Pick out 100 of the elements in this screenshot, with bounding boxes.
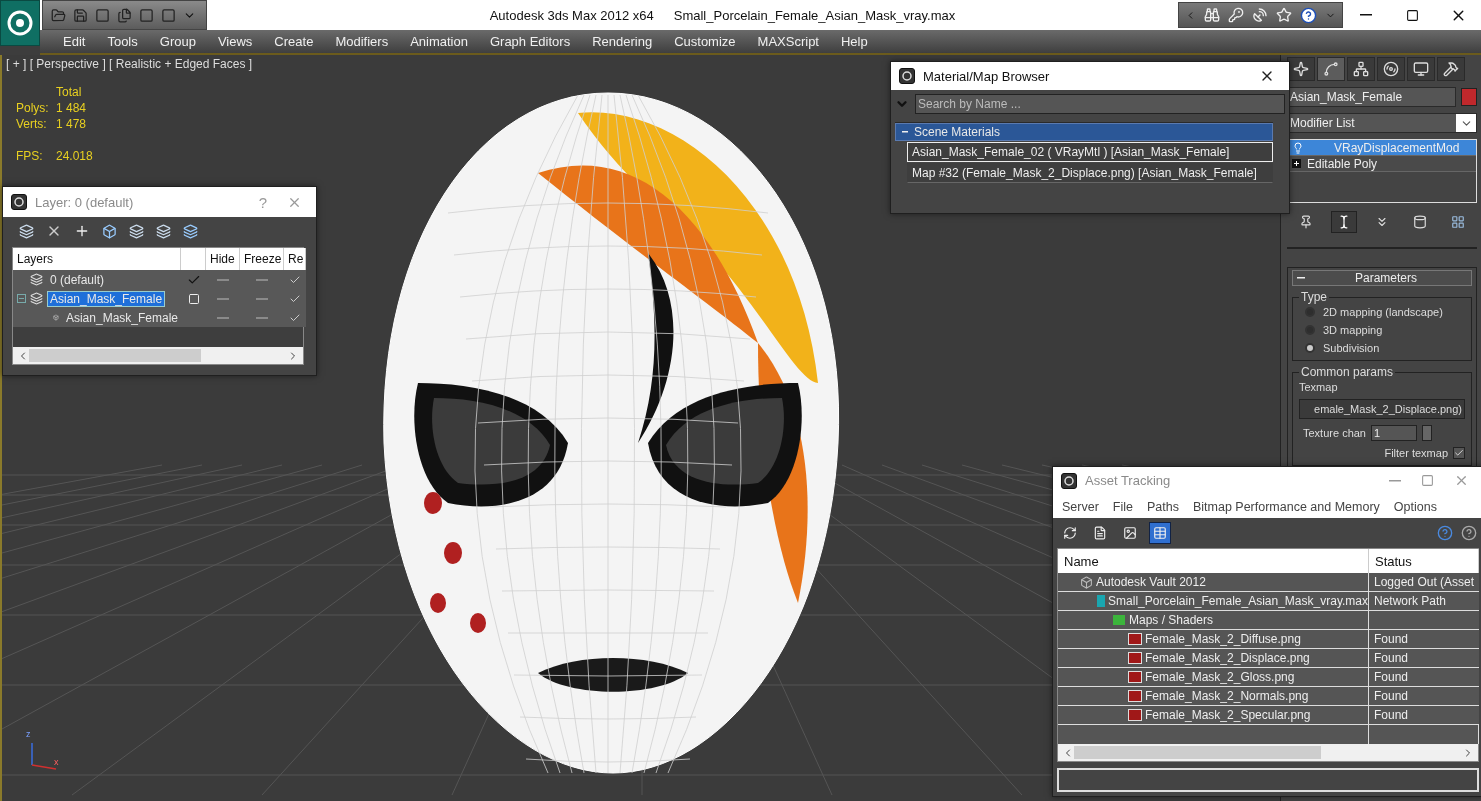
layer-name[interactable]: Asian_Mask_Female xyxy=(47,290,166,307)
spinner[interactable] xyxy=(1422,425,1432,441)
menu-item[interactable]: Paths xyxy=(1142,499,1184,514)
layers-icon[interactable] xyxy=(129,223,144,239)
table-cell[interactable]: Small_Porcelain_Female_Asian_Mask_vray.max xyxy=(1058,592,1369,612)
column-header[interactable]: Re xyxy=(284,248,306,270)
menu-item[interactable]: Customize xyxy=(663,30,747,53)
menu-item[interactable]: Views xyxy=(206,30,264,53)
layers-icon[interactable] xyxy=(156,223,171,239)
menu-item[interactable]: Server xyxy=(1057,499,1104,514)
minimize-icon xyxy=(1360,14,1372,16)
lightbulb-icon[interactable] xyxy=(1292,141,1304,154)
app-logo-button[interactable] xyxy=(0,0,40,46)
toolbar-button[interactable] xyxy=(1149,522,1171,545)
menu-item[interactable]: Tools xyxy=(96,30,149,53)
layers-icon[interactable] xyxy=(183,223,198,239)
object-name-field[interactable]: Asian_Mask_Female xyxy=(1287,87,1456,107)
menu-item[interactable]: Group xyxy=(148,30,207,53)
axis-label: x xyxy=(54,757,59,767)
folder-icon[interactable] xyxy=(51,7,66,23)
table-cell[interactable]: Female_Mask_2_Specular.png xyxy=(1058,706,1369,726)
menu-item[interactable]: MAXScript xyxy=(746,30,830,53)
panel-tab[interactable] xyxy=(1317,57,1345,81)
column-header[interactable]: Status xyxy=(1369,549,1479,574)
sparkle-icon xyxy=(1293,61,1309,77)
layers-icon[interactable] xyxy=(19,223,34,239)
asset-status: Logged Out (Asset xyxy=(1369,573,1479,593)
save-icon[interactable] xyxy=(73,7,88,23)
curve-icon xyxy=(1323,61,1339,77)
collapse-toggle[interactable] xyxy=(17,294,26,303)
table-cell[interactable]: Female_Mask_2_Diffuse.png xyxy=(1058,630,1369,650)
table-cell[interactable]: Female_Mask_2_Gloss.png xyxy=(1058,668,1369,688)
stat-value: 1 484 xyxy=(56,101,88,115)
menu-item[interactable]: Help xyxy=(830,30,879,53)
checkbox-icon[interactable] xyxy=(187,292,200,305)
viewport-label[interactable]: [ + ] [ Perspective ] [ Realistic + Edged Faces ] xyxy=(6,57,253,71)
axis-gizmo-icon xyxy=(28,741,58,771)
panel-tab[interactable] xyxy=(1437,57,1465,81)
table-icon xyxy=(1153,526,1167,541)
texture-chan-label: Texture chan xyxy=(1303,427,1366,439)
folder-icon xyxy=(1112,614,1126,627)
table-cell[interactable]: Female_Mask_2_Displace.png xyxy=(1058,649,1369,669)
menu-item[interactable]: Edit xyxy=(52,30,97,53)
radio-option[interactable]: 3D mapping xyxy=(1299,324,1465,336)
column-header[interactable]: Hide xyxy=(206,248,240,270)
window-icon[interactable] xyxy=(139,7,154,23)
minus-icon xyxy=(902,131,908,133)
menu-item[interactable]: Graph Editors xyxy=(478,30,582,53)
menu-item[interactable]: Modifiers xyxy=(324,30,400,53)
files-icon[interactable] xyxy=(117,7,132,23)
window-icon[interactable] xyxy=(95,7,110,23)
modifier-stack-item[interactable]: Editable Poly xyxy=(1288,156,1476,172)
horizontal-scrollbar[interactable] xyxy=(1058,744,1478,762)
object-color-swatch[interactable] xyxy=(1461,88,1477,106)
panel-tab[interactable] xyxy=(1377,57,1405,81)
menu-item[interactable]: Options xyxy=(1388,499,1442,514)
column-header[interactable]: Name xyxy=(1058,549,1369,574)
horizontal-scrollbar[interactable] xyxy=(13,347,303,364)
table-cell[interactable]: Autodesk Vault 2012 xyxy=(1058,573,1369,593)
expand-icon[interactable] xyxy=(1292,159,1301,168)
table-cell[interactable]: Female_Mask_2_Normals.png xyxy=(1058,687,1369,707)
plus-icon[interactable] xyxy=(74,223,90,239)
menu-item[interactable]: Create xyxy=(263,30,325,53)
show-end-result-button[interactable] xyxy=(1331,211,1357,233)
panel-tab[interactable] xyxy=(1407,57,1435,81)
menu-item[interactable]: Rendering xyxy=(581,30,664,53)
binoculars-icon[interactable] xyxy=(1204,7,1220,23)
satellite-dish-icon[interactable] xyxy=(1252,7,1268,23)
filter-texmap-checkbox[interactable] xyxy=(1453,447,1465,459)
asset-name[interactable]: Maps / Shaders xyxy=(1129,613,1214,628)
window-icon[interactable] xyxy=(161,7,176,23)
texture-chan-field[interactable]: 1 xyxy=(1371,425,1417,441)
cube-icon[interactable] xyxy=(102,223,117,239)
radio-icon[interactable] xyxy=(1305,343,1315,353)
search-field[interactable]: Search by Name ... xyxy=(915,94,1285,114)
group-title: Common params xyxy=(1300,365,1395,379)
modifier-list-dropdown[interactable]: Modifier List xyxy=(1287,113,1477,133)
star-icon[interactable] xyxy=(1276,7,1292,23)
radio-option[interactable]: Subdivision xyxy=(1299,342,1465,354)
texmap-button[interactable]: emale_Mask_2_Displace.png) xyxy=(1299,399,1465,419)
help-icon[interactable] xyxy=(1300,6,1317,24)
column-header[interactable]: Layers xyxy=(13,248,181,270)
group-title: Type xyxy=(1300,290,1328,304)
panel-tab[interactable] xyxy=(1347,57,1375,81)
dialog-title: Material/Map Browser xyxy=(923,68,1050,84)
help-icon[interactable] xyxy=(1461,525,1477,542)
column-header[interactable]: Freeze xyxy=(240,248,284,270)
material-item[interactable]: Asian_Mask_Female_02 ( VRayMtl ) [Asian_Mask_Female] xyxy=(907,142,1273,162)
path-field[interactable] xyxy=(1057,768,1479,792)
asset-name[interactable]: Autodesk Vault 2012 xyxy=(1096,575,1206,590)
radio-option[interactable]: 2D mapping (landscape) xyxy=(1299,306,1465,318)
menu-item[interactable]: File xyxy=(1107,499,1138,514)
spiral-logo-icon xyxy=(1064,475,1074,486)
material-item[interactable]: Map #32 (Female_Mask_2_Displace.png) [Asian_Mask_Female] xyxy=(907,163,1273,183)
key-icon[interactable] xyxy=(1228,7,1244,23)
rollout-header[interactable]: Parameters xyxy=(1292,270,1472,286)
table-cell[interactable]: Maps / Shaders xyxy=(1058,611,1369,631)
layers-icon xyxy=(30,292,43,305)
group-header[interactable]: Scene Materials xyxy=(895,123,1273,141)
menu-item[interactable]: Animation xyxy=(399,30,479,53)
